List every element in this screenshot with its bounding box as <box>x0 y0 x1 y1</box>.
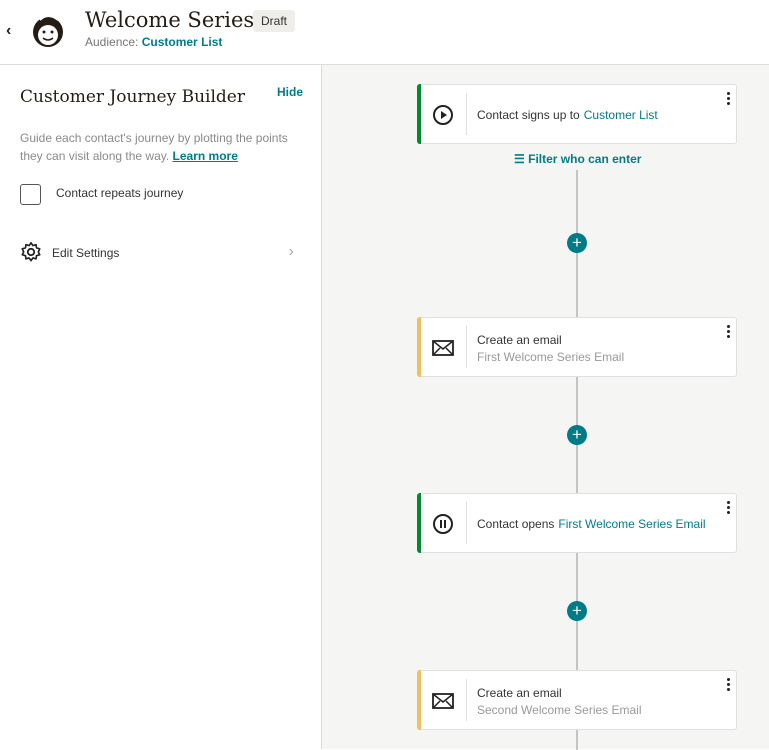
gear-icon <box>21 242 41 262</box>
filter-who-can-enter-button[interactable]: ☰ Filter who can enter <box>514 152 641 166</box>
step-text: Contact opens First Welcome Series Email <box>477 517 706 531</box>
page-title: Welcome Series <box>85 8 255 32</box>
envelope-icon <box>432 693 454 709</box>
filter-icon: ☰ <box>514 152 525 166</box>
mailchimp-logo-icon <box>33 15 63 47</box>
step-title: Create an email <box>477 333 562 347</box>
more-options-icon[interactable] <box>724 92 732 108</box>
more-options-icon[interactable] <box>724 501 732 517</box>
step-title: Create an email <box>477 686 562 700</box>
sidebar: Customer Journey Builder Hide Guide each… <box>0 65 322 749</box>
audience: Audience: Customer List <box>85 35 223 49</box>
add-step-button[interactable]: + <box>567 425 587 445</box>
repeat-journey-checkbox[interactable] <box>20 184 41 205</box>
accent-bar <box>417 84 421 144</box>
step-subtitle: First Welcome Series Email <box>477 350 625 364</box>
envelope-icon <box>432 340 454 356</box>
journey-step-email[interactable]: Create an email First Welcome Series Ema… <box>417 317 737 377</box>
header: ‹ Welcome Series Draft Audience: Custome… <box>0 0 769 65</box>
sidebar-description: Guide each contact's journey by plotting… <box>20 131 288 163</box>
journey-step-trigger[interactable]: Contact signs up to Customer List <box>417 84 737 144</box>
repeat-journey-label: Contact repeats journey <box>56 186 184 200</box>
edit-settings-button[interactable]: Edit Settings › <box>20 241 300 265</box>
audience-link[interactable]: Customer List <box>142 35 223 49</box>
sidebar-title: Customer Journey Builder <box>20 87 245 107</box>
step-subtitle: Second Welcome Series Email <box>477 703 642 717</box>
status-badge: Draft <box>253 10 296 32</box>
pause-icon <box>433 514 453 534</box>
more-options-icon[interactable] <box>724 325 732 341</box>
play-icon <box>433 105 453 125</box>
journey-step-trigger[interactable]: Contact opens First Welcome Series Email <box>417 493 737 553</box>
add-step-button[interactable]: + <box>567 233 587 253</box>
back-button[interactable]: ‹ <box>6 22 11 40</box>
connector-line <box>576 730 578 750</box>
chevron-right-icon: › <box>288 243 294 260</box>
step-text: Contact signs up to Customer List <box>477 108 658 122</box>
edit-settings-label: Edit Settings <box>52 246 120 260</box>
add-step-button[interactable]: + <box>567 601 587 621</box>
journey-step-email[interactable]: Create an email Second Welcome Series Em… <box>417 670 737 730</box>
more-options-icon[interactable] <box>724 678 732 694</box>
learn-more-link[interactable]: Learn more <box>173 149 238 163</box>
journey-canvas: Contact signs up to Customer List ☰ Filte… <box>322 65 769 750</box>
hide-button[interactable]: Hide <box>277 85 303 99</box>
